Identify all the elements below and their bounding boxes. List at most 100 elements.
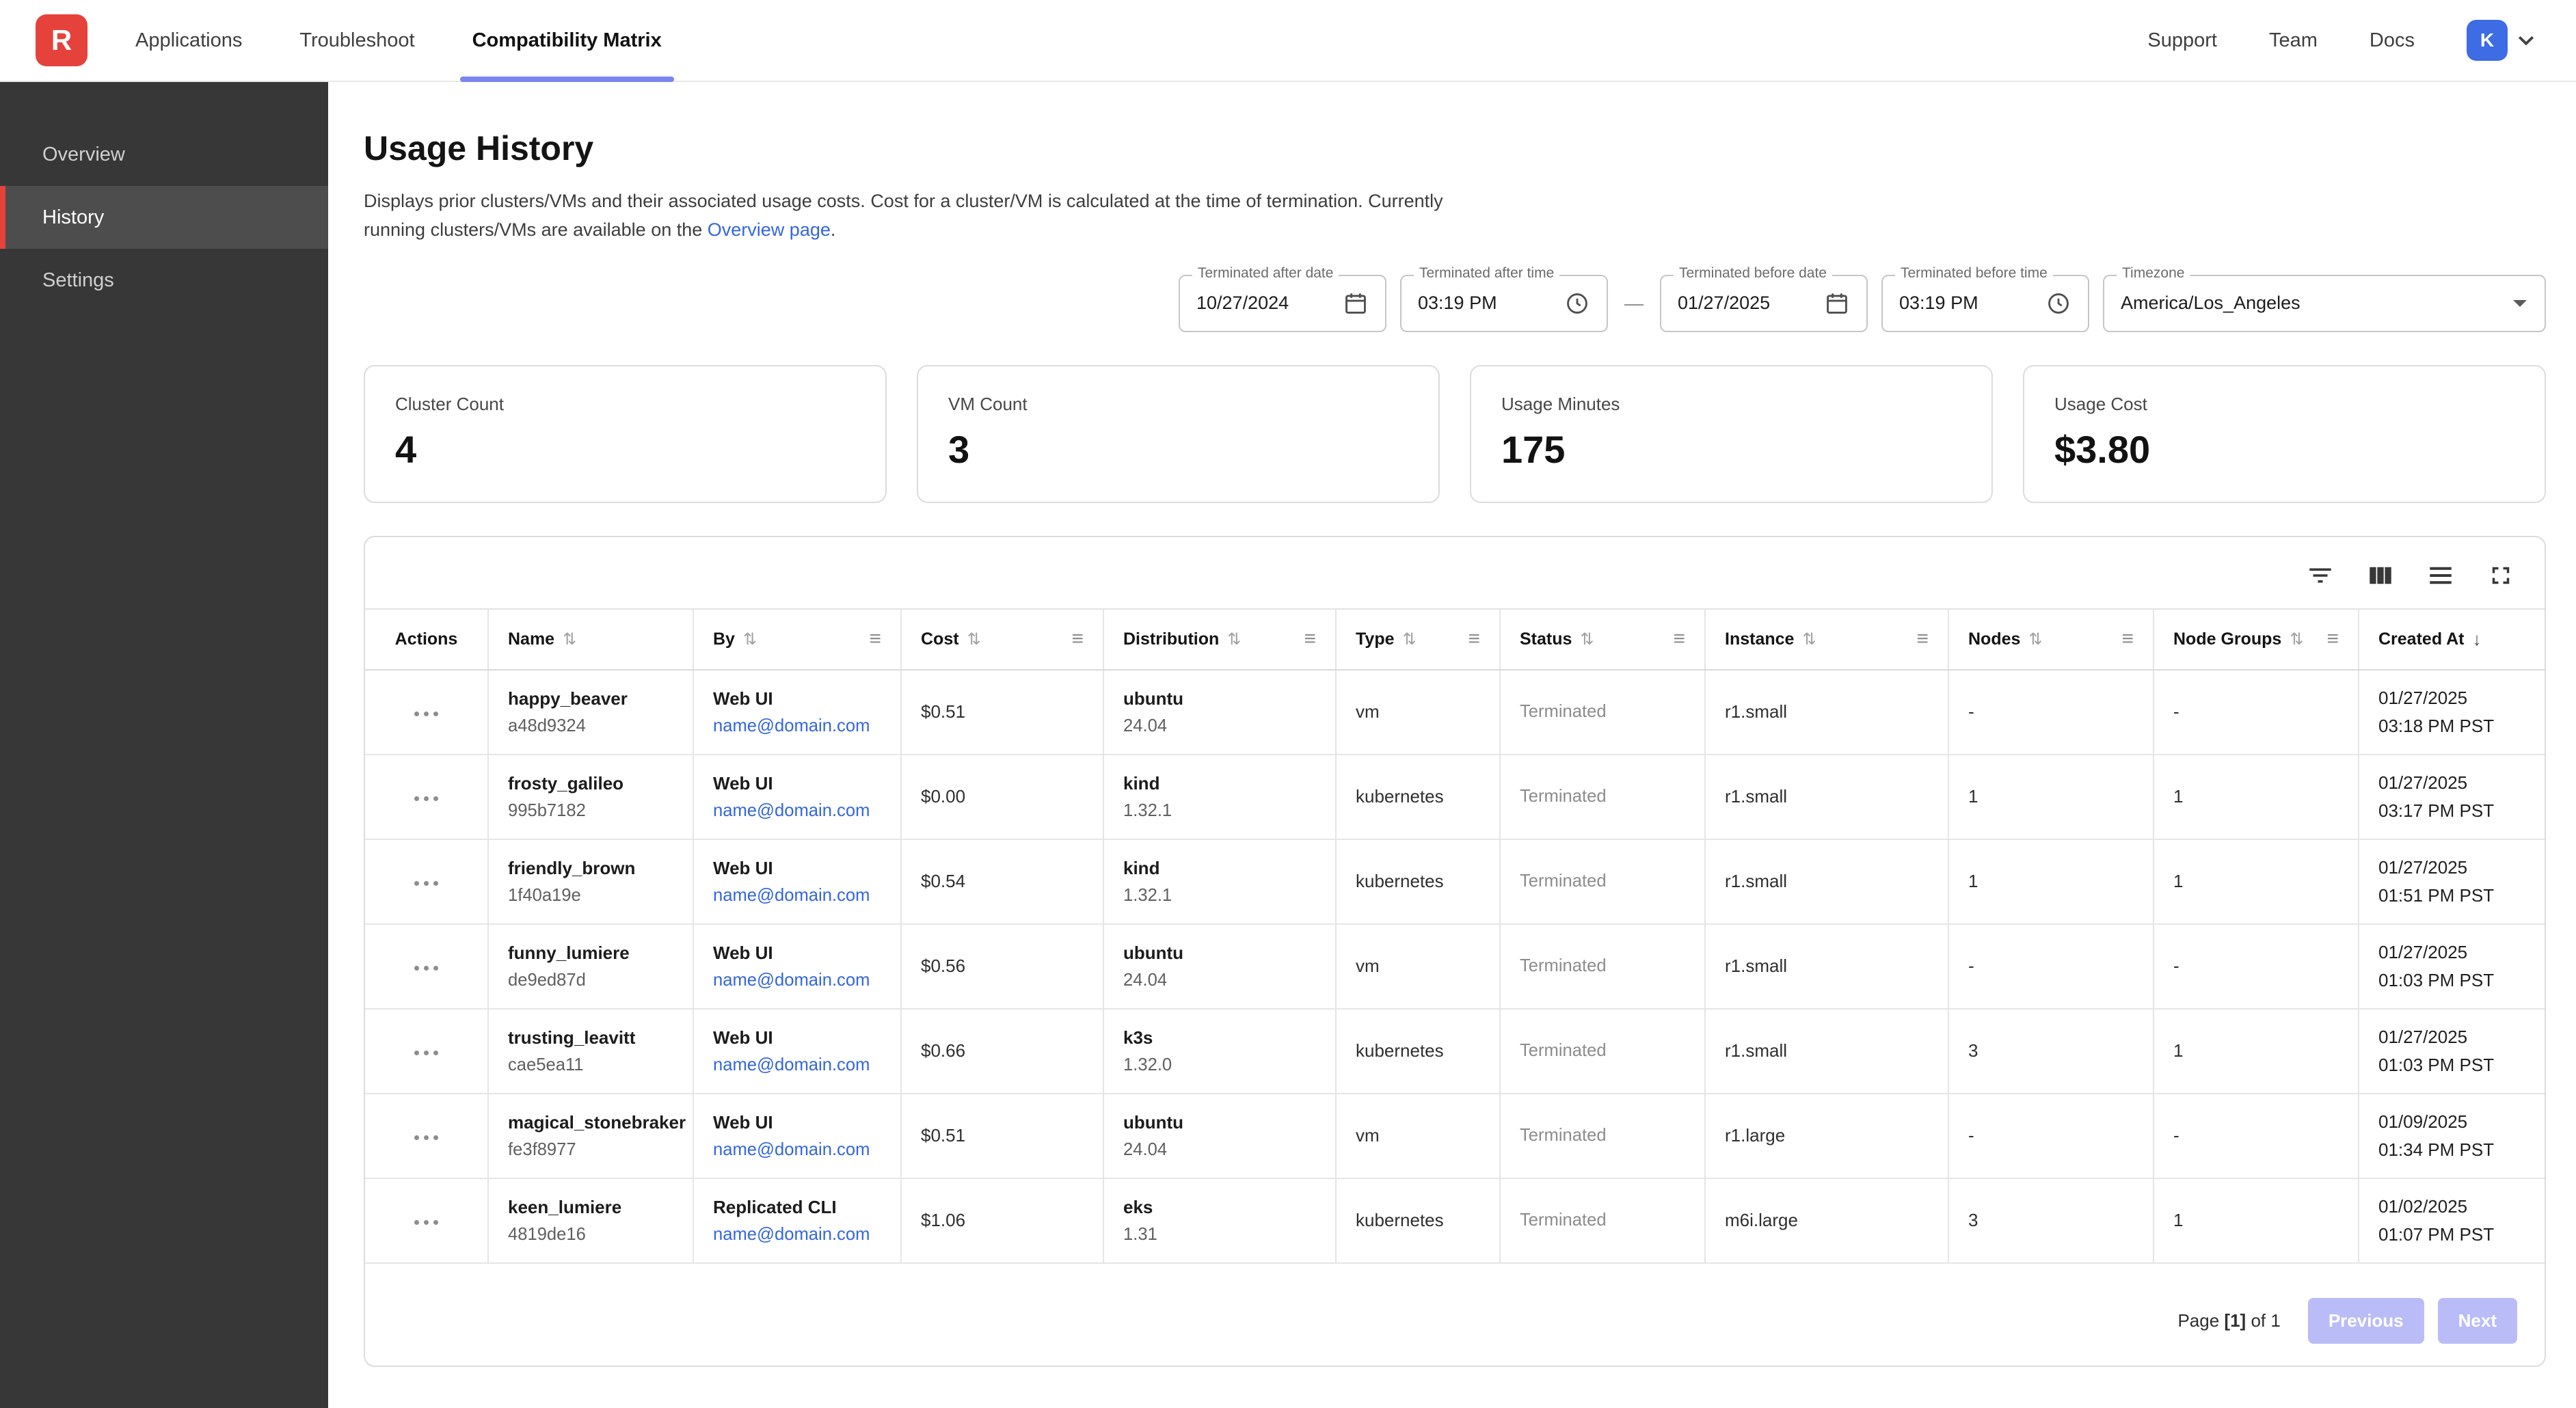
column-header-by[interactable]: By⇅≡ bbox=[693, 610, 901, 670]
cell-node-groups: 1 bbox=[2154, 1178, 2359, 1263]
email-link[interactable]: name@domain.com bbox=[713, 716, 881, 736]
sidebar: Overview History Settings bbox=[0, 82, 328, 1408]
cell-distribution: ubuntu 24.04 bbox=[1103, 1094, 1336, 1178]
table-header-row: Actions Name⇅ By⇅≡ Cost⇅≡ Distribution⇅≡… bbox=[365, 610, 2545, 670]
sidebar-item-overview[interactable]: Overview bbox=[0, 123, 328, 186]
column-header-distribution[interactable]: Distribution⇅≡ bbox=[1103, 610, 1336, 670]
row-actions-button[interactable] bbox=[409, 873, 444, 894]
cell-instance: r1.small bbox=[1705, 755, 1948, 839]
overview-page-link[interactable]: Overview page bbox=[708, 219, 831, 240]
timezone-value: America/Los_Angeles bbox=[2121, 293, 2498, 314]
cell-nodes: - bbox=[1948, 670, 2154, 755]
cell-by: Web UI name@domain.com bbox=[693, 839, 901, 924]
row-actions-button[interactable] bbox=[409, 788, 444, 809]
table-row: friendly_brown 1f40a19e Web UI name@doma… bbox=[365, 839, 2545, 924]
cell-status: Terminated bbox=[1500, 1094, 1705, 1178]
cell-node-groups: 1 bbox=[2154, 1009, 2359, 1094]
email-link[interactable]: name@domain.com bbox=[713, 971, 881, 990]
cell-nodes: - bbox=[1948, 924, 2154, 1009]
row-actions-button[interactable] bbox=[409, 1127, 444, 1148]
email-link[interactable]: name@domain.com bbox=[713, 1055, 881, 1075]
nav-link-support[interactable]: Support bbox=[2147, 29, 2217, 52]
cell-by: Web UI name@domain.com bbox=[693, 1094, 901, 1178]
column-header-name[interactable]: Name⇅ bbox=[488, 610, 693, 670]
nav-tab-troubleshoot[interactable]: Troubleshoot bbox=[271, 0, 443, 81]
cell-node-groups: - bbox=[2154, 1094, 2359, 1178]
sidebar-item-settings[interactable]: Settings bbox=[0, 249, 328, 312]
clock-icon[interactable] bbox=[1564, 290, 1590, 316]
next-page-button[interactable]: Next bbox=[2438, 1298, 2517, 1344]
previous-page-button[interactable]: Previous bbox=[2308, 1298, 2424, 1344]
status-badge: Terminated bbox=[1520, 787, 1685, 807]
row-actions-button[interactable] bbox=[409, 958, 444, 979]
column-menu-icon[interactable]: ≡ bbox=[2121, 627, 2134, 651]
column-header-type[interactable]: Type⇅≡ bbox=[1336, 610, 1500, 670]
filter-button[interactable] bbox=[2304, 559, 2337, 592]
timezone-select[interactable]: Timezone America/Los_Angeles bbox=[2103, 275, 2546, 332]
column-menu-icon[interactable]: ≡ bbox=[869, 627, 881, 651]
stat-card-usage-minutes: Usage Minutes 175 bbox=[1470, 365, 1993, 503]
cell-created-at: 01/27/2025 01:03 PM PST bbox=[2359, 924, 2545, 1009]
cell-created-at: 01/27/2025 01:03 PM PST bbox=[2359, 1009, 2545, 1094]
terminated-before-time-value: 03:19 PM bbox=[1899, 293, 2032, 314]
cell-type: kubernetes bbox=[1336, 1178, 1500, 1263]
terminated-after-date-label: Terminated after date bbox=[1192, 265, 1339, 282]
cell-status: Terminated bbox=[1500, 924, 1705, 1009]
nav-link-team[interactable]: Team bbox=[2269, 29, 2318, 52]
page-description-end: . bbox=[831, 219, 836, 240]
density-button[interactable] bbox=[2424, 559, 2457, 592]
terminated-after-time-input[interactable]: Terminated after time 03:19 PM bbox=[1400, 275, 1608, 332]
sort-icon: ⇅ bbox=[1227, 629, 1241, 649]
column-header-instance[interactable]: Instance⇅≡ bbox=[1705, 610, 1948, 670]
cell-distribution: ubuntu 24.04 bbox=[1103, 924, 1336, 1009]
column-menu-icon[interactable]: ≡ bbox=[1673, 627, 1685, 651]
cell-nodes: 1 bbox=[1948, 839, 2154, 924]
email-link[interactable]: name@domain.com bbox=[713, 1140, 881, 1160]
column-header-status[interactable]: Status⇅≡ bbox=[1500, 610, 1705, 670]
column-header-node-groups[interactable]: Node Groups⇅≡ bbox=[2154, 610, 2359, 670]
fullscreen-button[interactable] bbox=[2484, 559, 2517, 592]
column-menu-icon[interactable]: ≡ bbox=[1071, 627, 1084, 651]
fullscreen-icon bbox=[2486, 561, 2515, 590]
calendar-icon[interactable] bbox=[1343, 290, 1369, 316]
column-header-nodes[interactable]: Nodes⇅≡ bbox=[1948, 610, 2154, 670]
nav-tab-applications[interactable]: Applications bbox=[107, 0, 271, 81]
avatar: K bbox=[2467, 20, 2508, 61]
email-link[interactable]: name@domain.com bbox=[713, 886, 881, 906]
row-actions-button[interactable] bbox=[409, 703, 444, 725]
cell-instance: r1.small bbox=[1705, 924, 1948, 1009]
cell-by: Web UI name@domain.com bbox=[693, 755, 901, 839]
column-menu-icon[interactable]: ≡ bbox=[1468, 627, 1480, 651]
page-description: Displays prior clusters/VMs and their as… bbox=[364, 187, 1478, 245]
row-actions-button[interactable] bbox=[409, 1042, 444, 1064]
calendar-icon[interactable] bbox=[1824, 290, 1850, 316]
stat-card-cluster-count: Cluster Count 4 bbox=[364, 365, 887, 503]
cell-instance: r1.large bbox=[1705, 1094, 1948, 1178]
column-header-cost[interactable]: Cost⇅≡ bbox=[901, 610, 1103, 670]
cell-node-groups: 1 bbox=[2154, 839, 2359, 924]
status-badge: Terminated bbox=[1520, 1210, 1685, 1230]
app-logo[interactable]: R bbox=[36, 14, 88, 66]
sidebar-item-history[interactable]: History bbox=[0, 186, 328, 249]
terminated-before-date-input[interactable]: Terminated before date 01/27/2025 bbox=[1660, 275, 1868, 332]
table-scroll-area[interactable]: Actions Name⇅ By⇅≡ Cost⇅≡ Distribution⇅≡… bbox=[365, 608, 2545, 1280]
columns-button[interactable] bbox=[2364, 559, 2397, 592]
column-menu-icon[interactable]: ≡ bbox=[2326, 627, 2339, 651]
nav-tab-compatibility-matrix[interactable]: Compatibility Matrix bbox=[444, 0, 690, 81]
clock-icon[interactable] bbox=[2045, 290, 2071, 316]
timezone-label: Timezone bbox=[2117, 265, 2190, 282]
row-actions-button[interactable] bbox=[409, 1212, 444, 1233]
table-row: frosty_galileo 995b7182 Web UI name@doma… bbox=[365, 755, 2545, 839]
cell-nodes: - bbox=[1948, 1094, 2154, 1178]
terminated-before-time-input[interactable]: Terminated before time 03:19 PM bbox=[1881, 275, 2089, 332]
cell-actions bbox=[365, 670, 488, 755]
cell-cost: $1.06 bbox=[901, 1178, 1103, 1263]
account-menu-button[interactable]: K bbox=[2467, 20, 2535, 61]
email-link[interactable]: name@domain.com bbox=[713, 1225, 881, 1245]
email-link[interactable]: name@domain.com bbox=[713, 801, 881, 821]
column-header-created-at[interactable]: Created At↓ bbox=[2359, 610, 2545, 670]
terminated-after-date-input[interactable]: Terminated after date 10/27/2024 bbox=[1179, 275, 1386, 332]
nav-link-docs[interactable]: Docs bbox=[2370, 29, 2415, 52]
column-menu-icon[interactable]: ≡ bbox=[1304, 627, 1316, 651]
column-menu-icon[interactable]: ≡ bbox=[1916, 627, 1929, 651]
